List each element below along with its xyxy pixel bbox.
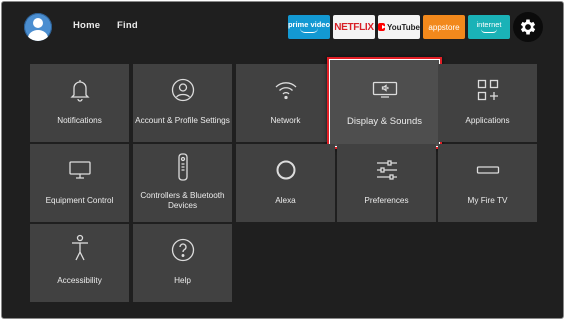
prime-smile-icon	[300, 28, 318, 33]
avatar-head	[33, 18, 43, 28]
tile-label: Equipment Control	[45, 196, 114, 205]
wifi-icon	[275, 82, 296, 100]
tile-account-profile-settings[interactable]: Account & Profile Settings	[133, 64, 232, 142]
tile-label: Controllers & Bluetooth Devices	[140, 191, 225, 210]
tile-notifications[interactable]: Notifications	[30, 64, 129, 142]
accessibility-icon	[71, 234, 88, 261]
nav-home[interactable]: Home	[73, 20, 100, 31]
appstore-app[interactable]: appstore	[423, 15, 465, 39]
tile-display-sounds[interactable]: Display & Sounds	[327, 57, 442, 149]
alexa-ring-icon	[276, 160, 295, 180]
avatar-body	[28, 30, 48, 41]
internet-app[interactable]: internet	[468, 15, 510, 39]
tile-label: Alexa	[275, 196, 296, 205]
tile-label: Account & Profile Settings	[135, 116, 230, 125]
tile-alexa[interactable]: Alexa	[236, 144, 335, 222]
youtube-app[interactable]: YouTube	[378, 15, 420, 39]
tile-label: Applications	[465, 116, 510, 125]
remote-icon	[177, 153, 188, 181]
nav-find[interactable]: Find	[117, 20, 138, 31]
appstore-label: appstore	[428, 22, 460, 32]
tile-my-fire-tv[interactable]: My Fire TV	[438, 144, 537, 222]
tile-network[interactable]: Network	[236, 64, 335, 142]
settings-gear-button[interactable]	[513, 12, 543, 42]
top-navigation-bar: Home Find prime video NETFLIX YouTube ap…	[2, 2, 563, 52]
prime-video-app[interactable]: prime video	[288, 15, 330, 39]
tile-applications[interactable]: Applications	[438, 64, 537, 142]
tile-label: Notifications	[57, 116, 102, 125]
help-icon	[171, 238, 194, 262]
tile-preferences[interactable]: Preferences	[337, 144, 436, 222]
profile-avatar[interactable]	[24, 13, 52, 41]
tile-label: Preferences	[364, 196, 409, 205]
sliders-icon	[376, 160, 397, 180]
fire-tv-stick-icon	[476, 166, 499, 174]
tile-label: My Fire TV	[467, 196, 508, 205]
tile-equipment-control[interactable]: Equipment Control	[30, 144, 129, 222]
tile-label: Network	[270, 116, 301, 125]
fire-tv-settings-screen: Home Find prime video NETFLIX YouTube ap…	[1, 1, 564, 319]
apps-grid-icon	[477, 79, 498, 101]
internet-smile-icon	[481, 29, 497, 33]
tile-controllers-bluetooth[interactable]: Controllers & Bluetooth Devices	[133, 144, 232, 222]
user-profile-icon	[171, 78, 194, 102]
tile-label: Help	[174, 276, 191, 285]
internet-label: internet	[476, 20, 502, 29]
tile-help[interactable]: Help	[133, 224, 232, 302]
netflix-label: NETFLIX	[334, 21, 374, 33]
gear-icon	[520, 19, 536, 35]
youtube-label: YouTube	[386, 22, 420, 32]
tile-label: Display & Sounds	[347, 116, 422, 127]
netflix-app[interactable]: NETFLIX	[333, 15, 375, 39]
tv-speaker-icon	[372, 81, 397, 98]
youtube-play-icon	[378, 23, 386, 31]
monitor-icon	[68, 161, 91, 179]
tile-label: Accessibility	[57, 276, 102, 285]
tile-accessibility[interactable]: Accessibility	[30, 224, 129, 302]
bell-icon	[69, 80, 90, 102]
